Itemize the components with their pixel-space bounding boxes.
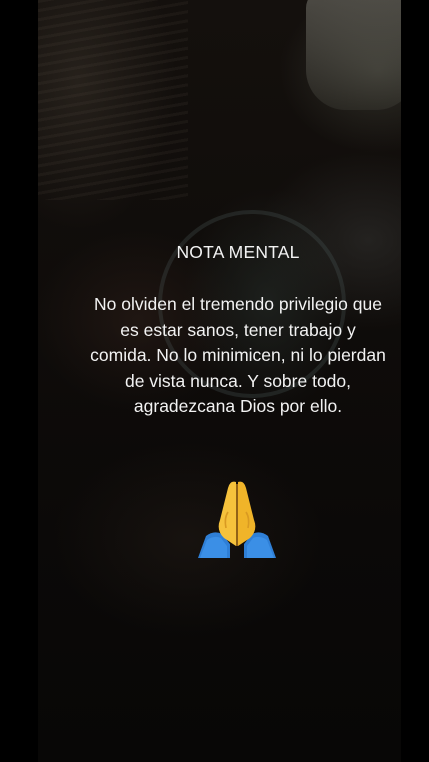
note-overlay: NOTA MENTAL No olviden el tremendo privi…	[38, 0, 401, 762]
folded-hands-icon	[198, 481, 276, 558]
story-screen: NOTA MENTAL No olviden el tremendo privi…	[0, 0, 429, 762]
note-body: No olviden el tremendo privilegio que es…	[90, 294, 386, 416]
note-title: NOTA MENTAL	[176, 242, 300, 262]
